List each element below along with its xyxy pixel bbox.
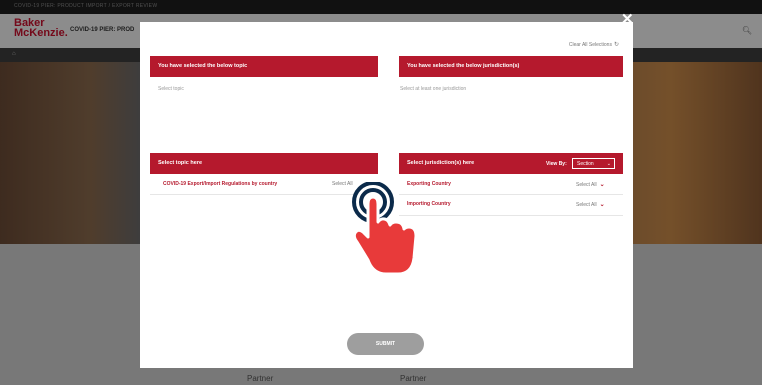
topic-row-label[interactable]: COVID-19 Export/Import Regulations by co… [163,181,277,187]
topic-selected-hint: Select topic [158,86,184,92]
topic-selected-header: You have selected the below topic [150,56,378,77]
clear-all-selections-button[interactable]: Clear All Selections ↻ [569,41,619,48]
select-topic-header: Select topic here [150,153,378,174]
select-all-label: Select All [576,202,597,208]
importing-select-all-button[interactable]: Select All ⌄ [576,201,605,208]
view-by-label: View By: [546,161,567,167]
clear-all-label: Clear All Selections [568,42,612,48]
pointer-hand-icon [352,182,418,276]
chevron-down-icon: ⌄ [606,161,611,167]
jurisdiction-selected-header: You have selected the below jurisdiction… [399,56,623,77]
divider [150,194,378,195]
reset-icon: ↻ [613,42,619,48]
jurisdiction-selected-hint: Select at least one jurisdiction [400,86,467,92]
submit-button[interactable]: SUBMIT [347,333,424,355]
divider [399,215,623,216]
chevron-down-icon[interactable]: ⌄ [600,202,605,208]
exporting-select-all-button[interactable]: Select All ⌄ [576,181,605,188]
chevron-down-icon[interactable]: ⌄ [600,182,605,188]
divider [399,194,623,195]
select-jurisdiction-label: Select jurisdiction(s) here [407,160,475,166]
view-by-value: Section [577,161,594,167]
select-all-label: Select All [576,182,597,188]
view-by-select[interactable]: Section ⌄ [572,158,615,169]
